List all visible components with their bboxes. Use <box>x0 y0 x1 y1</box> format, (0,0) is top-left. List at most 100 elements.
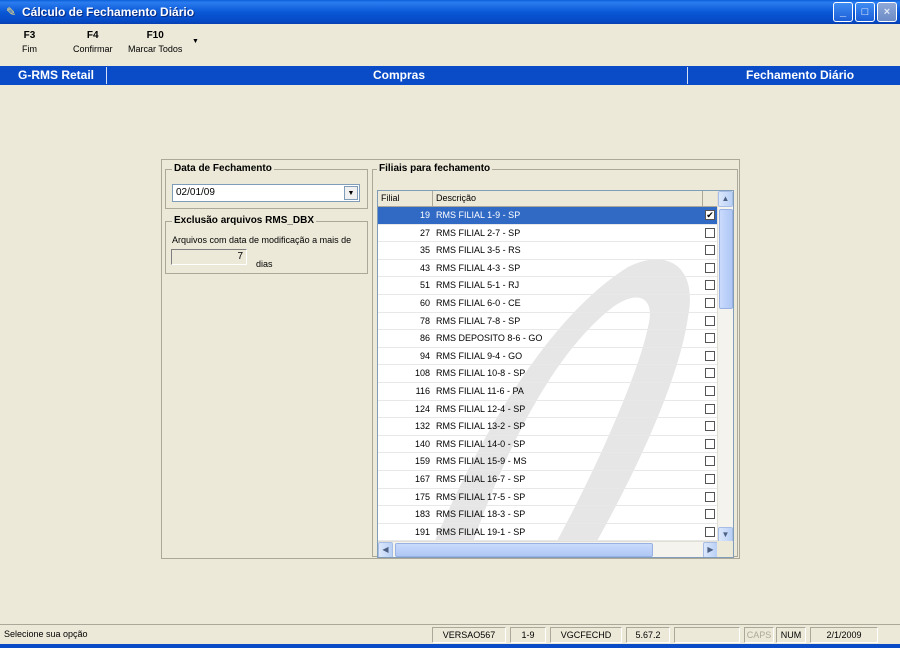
cell-descricao: RMS FILIAL 5-1 - RJ <box>436 280 520 291</box>
toolbar-more-arrow-icon[interactable]: ▼ <box>192 38 199 45</box>
row-checkbox[interactable] <box>705 280 715 291</box>
column-filial[interactable]: Filial <box>378 191 433 207</box>
row-checkbox[interactable] <box>705 509 715 520</box>
table-row[interactable]: 94 RMS FILIAL 9-4 - GO <box>378 348 718 366</box>
filiais-group: Filiais para fechamento Filial Descrição… <box>372 163 738 558</box>
row-checkbox[interactable] <box>705 403 715 414</box>
status-caps: CAPS <box>744 627 774 643</box>
cell-descricao: RMS FILIAL 6-0 - CE <box>436 297 521 308</box>
cell-filial: 51 <box>419 280 430 291</box>
scroll-corner <box>717 541 733 557</box>
cell-descricao: RMS FILIAL 4-3 - SP <box>436 262 521 273</box>
exclusao-label: Arquivos com data de modificação a mais … <box>172 235 352 245</box>
horizontal-scroll-thumb[interactable] <box>395 543 653 557</box>
status-num: NUM <box>776 627 806 643</box>
table-row[interactable]: 27 RMS FILIAL 2-7 - SP <box>378 225 718 243</box>
table-row[interactable]: 140 RMS FILIAL 14-0 - SP <box>378 436 718 454</box>
cell-filial: 86 <box>419 333 430 344</box>
module-header: G-RMS Retail Compras Fechamento Diário <box>0 66 900 85</box>
row-checkbox[interactable] <box>705 245 715 256</box>
row-checkbox[interactable] <box>705 350 715 361</box>
table-row[interactable]: 167 RMS FILIAL 16-7 - SP <box>378 471 718 489</box>
grid-body: 19 RMS FILIAL 1-9 - SP ✔ 27 RMS FILIAL 2-7 -… <box>378 207 718 543</box>
data-fechamento-select[interactable]: 02/01/09 ▼ <box>172 184 360 202</box>
data-fechamento-value: 02/01/09 <box>176 187 215 198</box>
column-descricao[interactable]: Descrição <box>433 191 703 207</box>
row-checkbox[interactable] <box>705 456 715 467</box>
header-separator <box>687 67 688 84</box>
cell-filial: 124 <box>414 403 430 414</box>
table-row[interactable]: 51 RMS FILIAL 5-1 - RJ <box>378 277 718 295</box>
row-checkbox[interactable] <box>705 421 715 432</box>
row-checkbox[interactable] <box>705 526 715 537</box>
cell-filial: 94 <box>419 350 430 361</box>
close-button[interactable]: × <box>877 2 897 22</box>
vertical-scroll-thumb[interactable] <box>719 209 733 309</box>
table-row[interactable]: 19 RMS FILIAL 1-9 - SP ✔ <box>378 207 718 225</box>
cell-descricao: RMS FILIAL 7-8 - SP <box>436 315 521 326</box>
table-row[interactable]: 159 RMS FILIAL 15-9 - MS <box>378 453 718 471</box>
dias-input[interactable]: 7 <box>171 249 247 265</box>
row-checkbox[interactable] <box>705 368 715 379</box>
table-row[interactable]: 132 RMS FILIAL 13-2 - SP <box>378 418 718 436</box>
vertical-scrollbar[interactable]: ▲ ▼ <box>717 191 733 543</box>
data-fechamento-legend: Data de Fechamento <box>172 163 274 174</box>
fim-button[interactable]: F3 Fim <box>22 30 37 54</box>
table-row[interactable]: 86 RMS DEPOSITO 8-6 - GO <box>378 330 718 348</box>
main-panel: Data de Fechamento 02/01/09 ▼ Exclusão a… <box>161 159 740 559</box>
marcar-todos-button[interactable]: F10 Marcar Todos <box>128 30 182 54</box>
table-row[interactable]: 78 RMS FILIAL 7-8 - SP <box>378 313 718 331</box>
horizontal-scrollbar[interactable]: ◀ ▶ <box>378 541 718 557</box>
chevron-down-icon[interactable]: ▼ <box>344 186 358 200</box>
cell-filial: 27 <box>419 227 430 238</box>
row-checkbox[interactable] <box>705 315 715 326</box>
cell-descricao: RMS FILIAL 9-4 - GO <box>436 350 523 361</box>
row-checkbox[interactable] <box>705 297 715 308</box>
row-checkbox[interactable]: ✔ <box>705 210 715 220</box>
table-row[interactable]: 108 RMS FILIAL 10-8 - SP <box>378 365 718 383</box>
filiais-grid[interactable]: Filial Descrição 19 RMS FILIAL 1-9 - SP ✔ 2… <box>377 190 734 558</box>
title-bar: ✎ Cálculo de Fechamento Diário _ □ × <box>0 0 900 24</box>
minimize-button[interactable]: _ <box>833 2 853 22</box>
row-checkbox[interactable] <box>705 438 715 449</box>
cell-descricao: RMS FILIAL 14-0 - SP <box>436 438 526 449</box>
row-checkbox[interactable] <box>705 262 715 273</box>
table-row[interactable]: 191 RMS FILIAL 19-1 - SP <box>378 524 718 542</box>
table-row[interactable]: 116 RMS FILIAL 11-6 - PA <box>378 383 718 401</box>
cell-descricao: RMS FILIAL 10-8 - SP <box>436 368 526 379</box>
table-row[interactable]: 183 RMS FILIAL 18-3 - SP <box>378 506 718 524</box>
row-checkbox[interactable] <box>705 227 715 238</box>
table-row[interactable]: 175 RMS FILIAL 17-5 - SP <box>378 489 718 507</box>
scroll-left-icon[interactable]: ◀ <box>378 542 393 557</box>
column-check[interactable] <box>703 191 718 207</box>
maximize-button[interactable]: □ <box>855 2 875 22</box>
cell-filial: 60 <box>419 297 430 308</box>
cell-descricao: RMS FILIAL 15-9 - MS <box>436 456 527 467</box>
header-module: Compras <box>373 68 426 82</box>
cell-descricao: RMS FILIAL 16-7 - SP <box>436 473 526 484</box>
scroll-right-icon[interactable]: ▶ <box>703 542 718 557</box>
confirmar-button[interactable]: F4 Confirmar <box>73 30 113 54</box>
scroll-up-icon[interactable]: ▲ <box>718 191 733 207</box>
cell-filial: 78 <box>419 315 430 326</box>
table-row[interactable]: 43 RMS FILIAL 4-3 - SP <box>378 260 718 278</box>
row-checkbox[interactable] <box>705 491 715 502</box>
status-message: Selecione sua opção <box>4 629 88 639</box>
status-filial: 1-9 <box>510 627 546 643</box>
status-bar: Selecione sua opção VERSAO567 1-9 VGCFEC… <box>0 624 900 644</box>
dias-unit: dias <box>256 259 273 269</box>
row-checkbox[interactable] <box>705 385 715 396</box>
table-row[interactable]: 124 RMS FILIAL 12-4 - SP <box>378 401 718 419</box>
cell-filial: 140 <box>414 438 430 449</box>
table-row[interactable]: 35 RMS FILIAL 3-5 - RS <box>378 242 718 260</box>
row-checkbox[interactable] <box>705 473 715 484</box>
confirmar-key: F4 <box>86 30 99 41</box>
cell-filial: 35 <box>419 245 430 256</box>
row-checkbox[interactable] <box>705 333 715 344</box>
fim-key: F3 <box>23 30 36 41</box>
toolbar: F3 Fim F4 Confirmar F10 Marcar Todos ▼ <box>0 24 900 66</box>
table-row[interactable]: 60 RMS FILIAL 6-0 - CE <box>378 295 718 313</box>
cell-filial: 159 <box>414 456 430 467</box>
status-version: VERSAO567 <box>432 627 506 643</box>
cell-descricao: RMS FILIAL 1-9 - SP <box>436 210 521 220</box>
